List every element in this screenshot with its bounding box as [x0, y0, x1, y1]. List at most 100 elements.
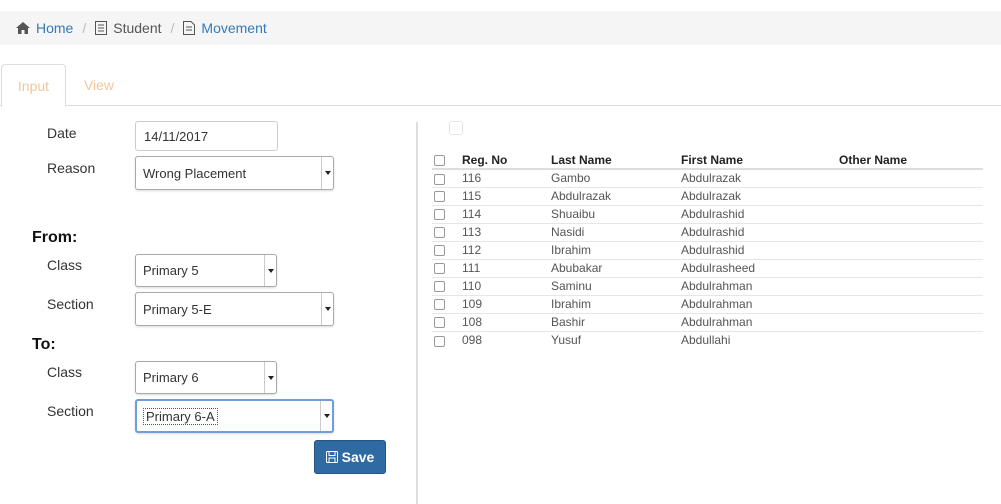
row-checkbox[interactable] [434, 227, 445, 239]
row-checkbox-cell [432, 277, 462, 296]
first-name-cell: Abdulrahman [681, 295, 839, 314]
from-section-select-value: Primary 5-E [143, 301, 212, 317]
reg-no-cell: 113 [462, 223, 551, 242]
other-name-cell [839, 295, 983, 314]
table-row[interactable]: 112 Ibrahim Abdulrashid [432, 241, 983, 260]
breadcrumb-separator: / [82, 20, 87, 36]
from-class-label: Class [47, 257, 83, 273]
row-checkbox-cell [432, 187, 462, 206]
table-row[interactable]: 114 Shuaibu Abdulrashid [432, 205, 983, 224]
first-name-cell: Abdulrazak [681, 187, 839, 206]
table-row[interactable]: 098 Yusuf Abdullahi [432, 331, 983, 349]
row-checkbox[interactable] [434, 281, 445, 293]
to-section-select-text: Primary 6-A [143, 407, 218, 425]
other-name-cell [839, 241, 983, 260]
table-header-row: Reg. No Last Name First Name Other Name [432, 151, 983, 170]
reg-no-cell: 108 [462, 313, 551, 332]
other-name-cell [839, 169, 983, 188]
to-section-select[interactable]: Primary 6-A [135, 399, 334, 433]
last-name-cell: Nasidi [551, 223, 681, 242]
other-name-cell [839, 331, 983, 349]
from-class-select[interactable]: Primary 5 [135, 254, 277, 287]
to-class-select[interactable]: Primary 6 [135, 361, 277, 394]
row-checkbox-cell [432, 259, 462, 278]
last-name-cell: Ibrahim [551, 295, 681, 314]
select-all-checkbox[interactable] [434, 154, 445, 166]
first-name-cell: Abdulrashid [681, 223, 839, 242]
row-checkbox[interactable] [434, 191, 445, 203]
first-name-cell: Abdulrashid [681, 241, 839, 260]
reason-select-value: Wrong Placement [143, 165, 247, 181]
breadcrumb: Home / Student / Movement [0, 11, 1001, 45]
row-checkbox-cell [432, 205, 462, 224]
table-row[interactable]: 116 Gambo Abdulrazak [432, 169, 983, 188]
save-button[interactable]: Save [314, 440, 386, 474]
to-section-select-value: Primary 6-A [143, 401, 218, 431]
other-name-cell [839, 313, 983, 332]
chevron-down-icon [320, 401, 332, 431]
table-row[interactable]: 113 Nasidi Abdulrashid [432, 223, 983, 242]
column-header-other-name: Other Name [839, 151, 983, 170]
other-name-cell [839, 187, 983, 206]
last-name-cell: Abdulrazak [551, 187, 681, 206]
first-name-cell: Abdulrashid [681, 205, 839, 224]
row-checkbox[interactable] [434, 263, 445, 275]
reg-no-cell: 112 [462, 241, 551, 260]
row-checkbox[interactable] [434, 335, 445, 347]
column-header-reg-no: Reg. No [462, 151, 551, 170]
last-name-cell: Ibrahim [551, 241, 681, 260]
breadcrumb-home[interactable]: Home [16, 20, 73, 36]
table-row[interactable]: 111 Abubakar Abdulrasheed [432, 259, 983, 278]
row-checkbox[interactable] [434, 317, 445, 329]
row-checkbox-cell [432, 295, 462, 314]
row-checkbox[interactable] [434, 209, 445, 221]
save-button-label: Save [341, 449, 375, 465]
last-name-cell: Saminu [551, 277, 681, 296]
document-icon [183, 21, 196, 35]
tab-input[interactable]: Input [1, 64, 66, 107]
reg-no-cell: 110 [462, 277, 551, 296]
last-name-cell: Shuaibu [551, 205, 681, 224]
first-name-cell: Abdulrahman [681, 277, 839, 296]
reg-no-cell: 098 [462, 333, 483, 348]
table-row[interactable]: 108 Bashir Abdulrahman [432, 313, 983, 332]
breadcrumb-home-label[interactable]: Home [36, 20, 73, 36]
panel-divider [416, 122, 418, 504]
date-field[interactable] [135, 121, 278, 151]
from-section-label: Section [47, 296, 94, 312]
chevron-down-icon [264, 362, 276, 393]
last-name-cell: Yusuf [551, 333, 582, 348]
row-checkbox[interactable] [434, 299, 445, 311]
table-row[interactable]: 110 Saminu Abdulrahman [432, 277, 983, 296]
row-checkbox[interactable] [434, 173, 445, 185]
to-heading: To: [32, 336, 56, 353]
column-header-first-name: First Name [681, 151, 839, 170]
reason-select[interactable]: Wrong Placement [135, 156, 334, 190]
home-icon [16, 22, 30, 34]
first-name-cell: Abdulrahman [681, 313, 839, 332]
other-name-cell [839, 277, 983, 296]
tab-bar: Input View [0, 64, 1001, 107]
reg-no-cell: 116 [462, 169, 551, 188]
from-section-select[interactable]: Primary 5-E [135, 292, 334, 326]
table-row[interactable]: 115 Abdulrazak Abdulrazak [432, 187, 983, 206]
toolbar-checkbox[interactable] [449, 121, 463, 135]
row-checkbox-cell [432, 331, 462, 349]
row-checkbox[interactable] [434, 245, 445, 257]
to-section-label: Section [47, 403, 94, 419]
chevron-down-icon [321, 293, 333, 325]
to-class-label: Class [47, 364, 83, 380]
last-name-cell: Bashir [551, 313, 681, 332]
reg-no-cell: 109 [462, 295, 551, 314]
breadcrumb-separator: / [170, 20, 175, 36]
breadcrumb-movement-label[interactable]: Movement [201, 20, 266, 36]
table-row[interactable]: 109 Ibrahim Abdulrahman [432, 295, 983, 314]
row-checkbox-cell [432, 223, 462, 242]
first-name-cell: Abdulrasheed [681, 259, 839, 278]
breadcrumb-movement[interactable]: Movement [183, 20, 267, 36]
tab-view[interactable]: View [70, 64, 128, 106]
from-class-select-value: Primary 5 [143, 263, 199, 278]
date-label: Date [47, 125, 77, 141]
other-name-cell [839, 205, 983, 224]
row-checkbox-cell [432, 313, 462, 332]
